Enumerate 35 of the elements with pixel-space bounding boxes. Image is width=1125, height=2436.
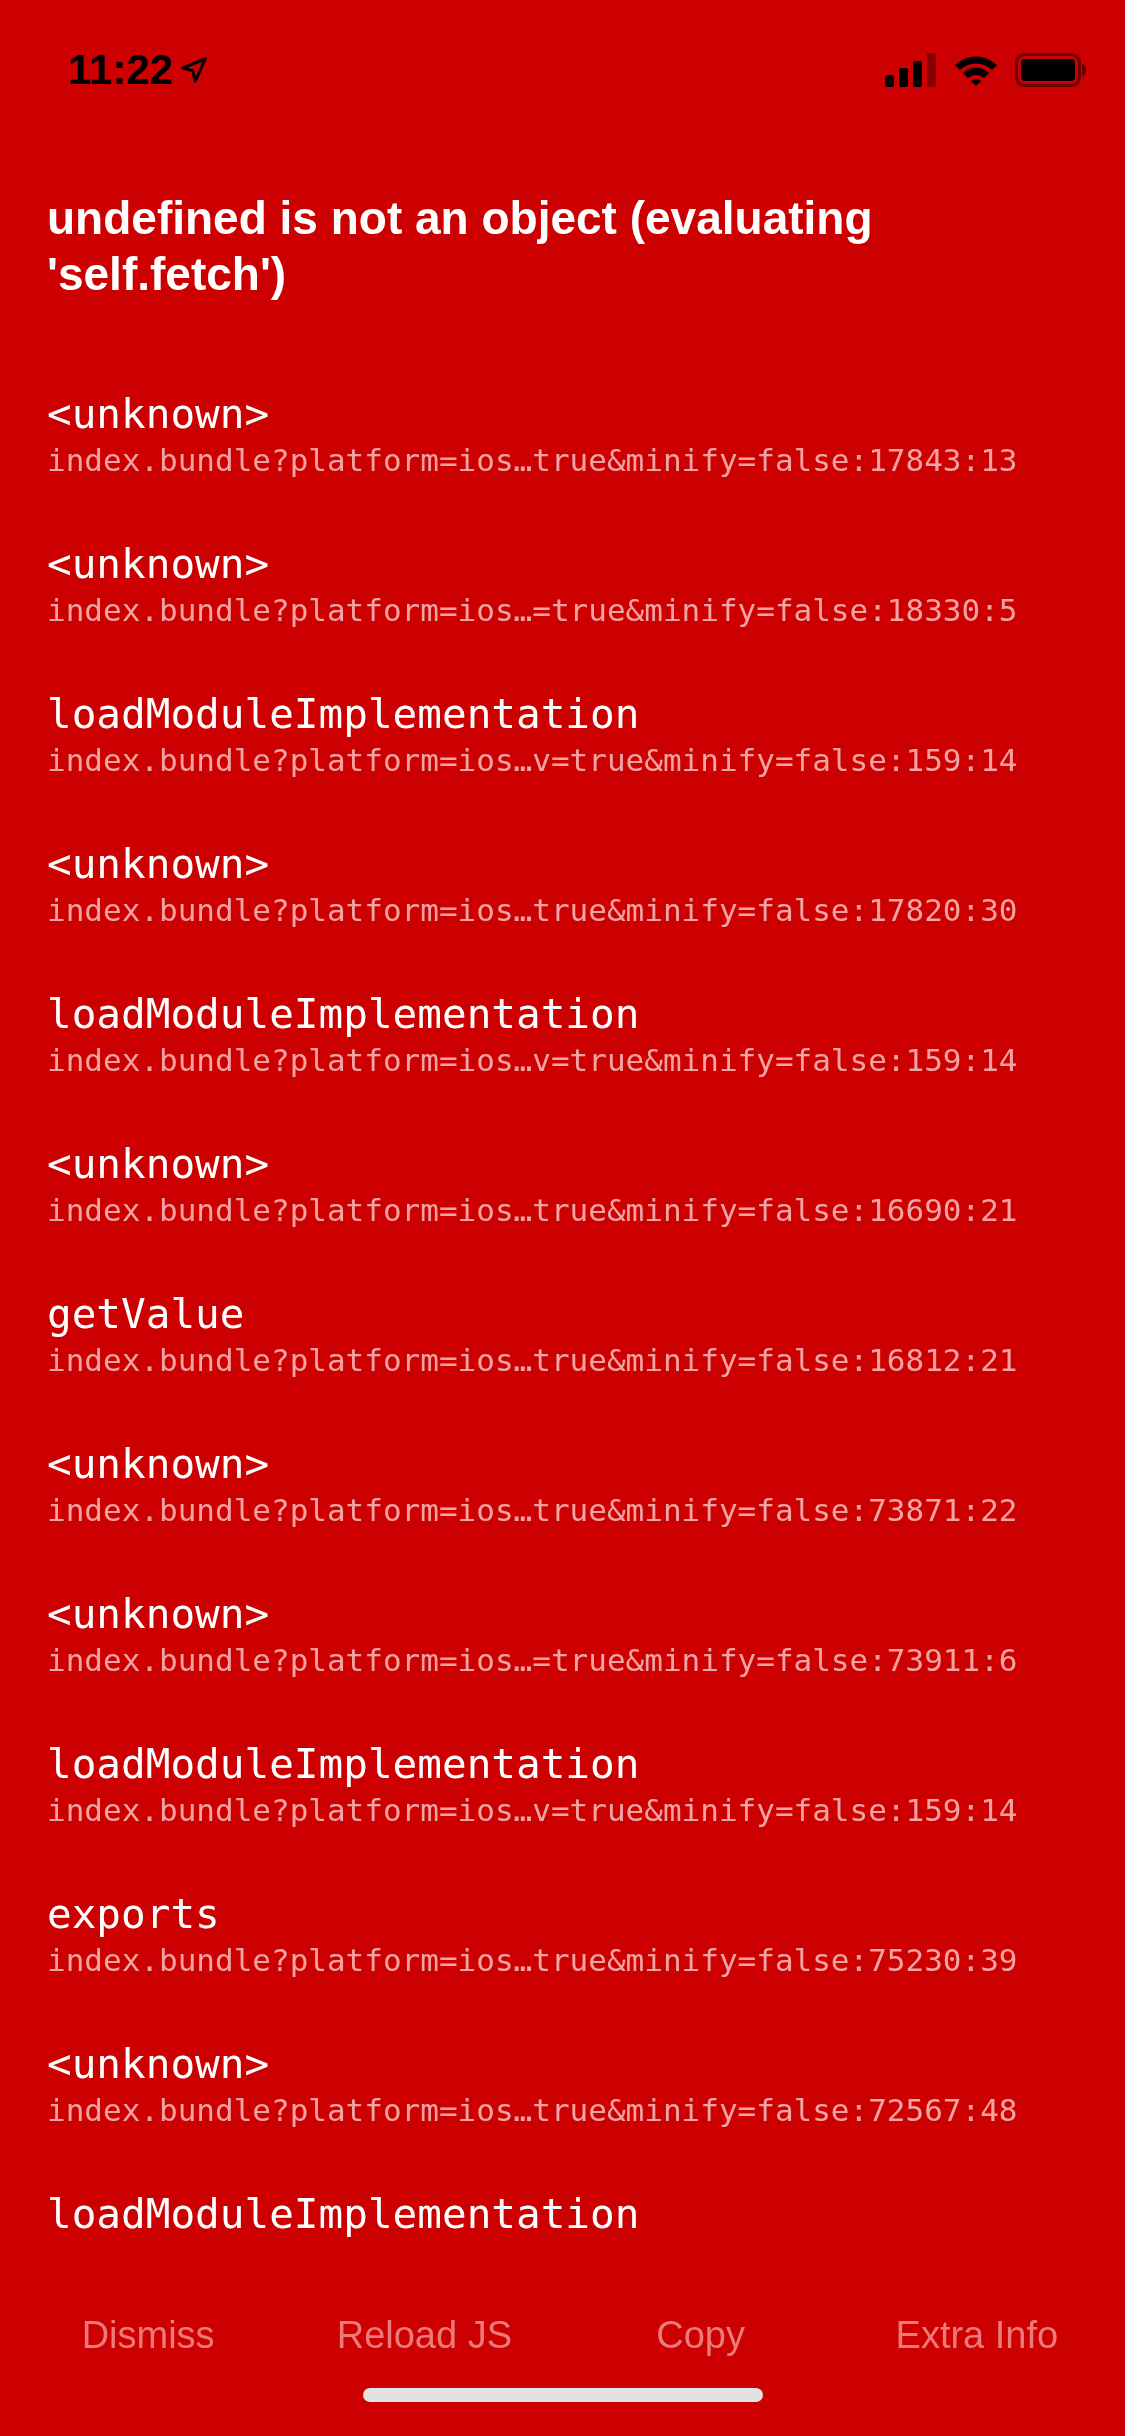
stack-frame-location[interactable]: index.bundle?platform=ios…v=true&minify=false:159:14 [47,740,1018,780]
location-arrow-icon [179,55,210,85]
stack-frame-method[interactable]: <unknown> [47,2038,270,2090]
stack-frame-location[interactable]: index.bundle?platform=ios…true&minify=false:16812:21 [47,1340,1018,1380]
stack-frame-method[interactable]: loadModuleImplementation [47,688,640,740]
stack-frame-method[interactable]: <unknown> [47,538,270,590]
action-button[interactable]: Dismiss [71,2305,225,2365]
stack-frame-method[interactable]: <unknown> [47,1438,270,1490]
stack-frame-method[interactable]: loadModuleImplementation [47,2188,640,2240]
action-button[interactable]: Reload JS [326,2305,523,2365]
wifi-icon [953,53,999,87]
stack-frame-location[interactable]: index.bundle?platform=ios…=true&minify=false:18330:5 [47,590,1018,630]
action-button[interactable]: Extra Info [885,2305,1069,2365]
stack-frame-method[interactable]: <unknown> [47,838,270,890]
stack-frame-method[interactable]: <unknown> [47,1138,270,1190]
stack-frame-method[interactable]: <unknown> [47,1588,270,1640]
stack-frame-location[interactable]: index.bundle?platform=ios…true&minify=false:17820:30 [47,890,1018,930]
stack-frame-location[interactable]: index.bundle?platform=ios…true&minify=false:72567:48 [47,2090,1018,2130]
stack-frame-method[interactable]: loadModuleImplementation [47,988,640,1040]
stack-frame-location[interactable]: index.bundle?platform=ios…v=true&minify=false:159:14 [47,1790,1018,1830]
stack-frame-location[interactable]: index.bundle?platform=ios…=true&minify=false:73911:6 [47,1640,1018,1680]
error-message: undefined is not an object (evaluating 'self.fetch') [46,191,874,302]
stack-frame-method[interactable]: getValue [47,1288,245,1340]
signal-icon [885,53,937,87]
action-button[interactable]: Copy [646,2305,755,2365]
stack-frame-method[interactable]: exports [47,1888,220,1940]
stack-frame-location[interactable]: index.bundle?platform=ios…true&minify=false:75230:39 [47,1940,1018,1980]
stack-frame-method[interactable]: <unknown> [47,388,270,440]
battery-icon [1015,53,1087,87]
stack-frame-method[interactable]: loadModuleImplementation [47,1738,640,1790]
status-time: 11:22 [68,46,174,94]
stack-frame-location[interactable]: index.bundle?platform=ios…true&minify=false:16690:21 [47,1190,1018,1230]
stack-frame-location[interactable]: index.bundle?platform=ios…true&minify=false:17843:13 [47,440,1018,480]
stack-frame-location[interactable]: index.bundle?platform=ios…true&minify=false:73871:22 [47,1490,1018,1530]
stack-frame-location[interactable]: index.bundle?platform=ios…v=true&minify=false:159:14 [47,1040,1018,1080]
